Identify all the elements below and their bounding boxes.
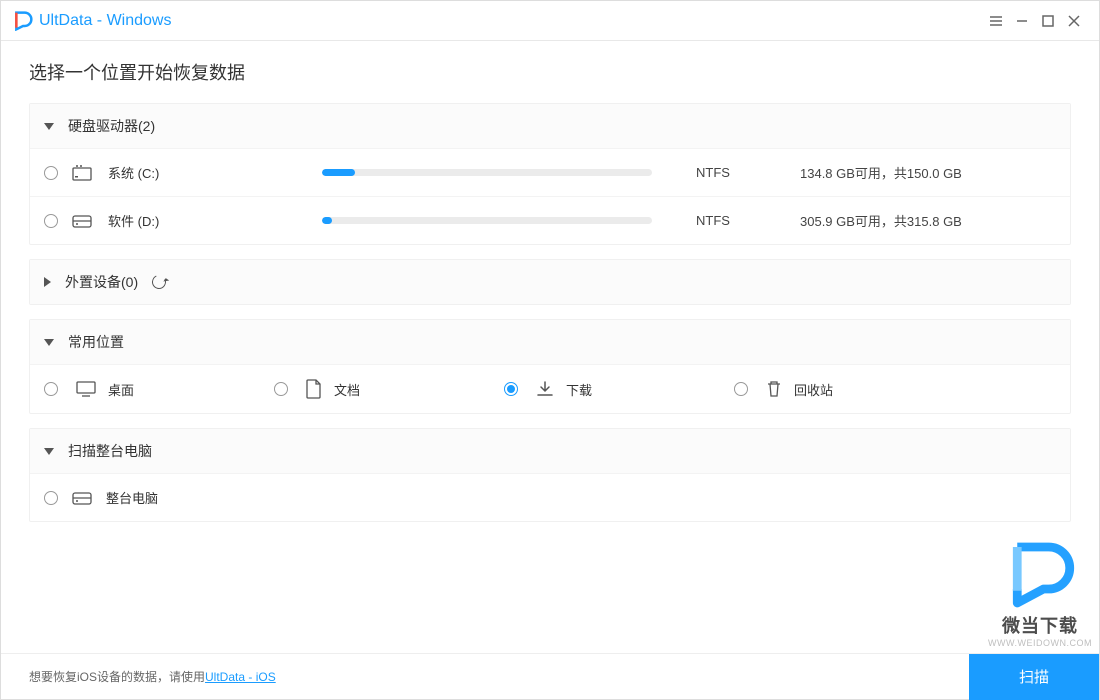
location-documents[interactable]: 文档 <box>274 379 494 399</box>
drive-size: 134.8 GB可用，共150.0 GB <box>770 163 1056 182</box>
scan-button[interactable]: 扫描 <box>969 654 1099 700</box>
menu-icon <box>989 14 1003 28</box>
radio-whole-pc[interactable] <box>44 491 58 505</box>
refresh-icon[interactable] <box>150 273 168 291</box>
whole-pc-label: 整台电脑 <box>106 488 158 507</box>
watermark-logo-icon <box>1005 540 1075 610</box>
location-desktop[interactable]: 桌面 <box>44 380 264 399</box>
maximize-button[interactable] <box>1035 8 1061 34</box>
chevron-down-icon <box>44 339 54 346</box>
close-button[interactable] <box>1061 8 1087 34</box>
drive-name: 软件 (D:) <box>108 211 308 230</box>
radio-downloads[interactable] <box>504 382 518 396</box>
radio-drive-c[interactable] <box>44 166 58 180</box>
section-title-common: 常用位置 <box>68 332 124 352</box>
drive-icon <box>72 213 94 229</box>
minimize-button[interactable] <box>1009 8 1035 34</box>
section-header-drives[interactable]: 硬盘驱动器(2) <box>30 104 1070 148</box>
watermark-url: WWW.WEIDOWN.COM <box>988 638 1092 648</box>
main-content: 选择一个位置开始恢复数据 硬盘驱动器(2) 系统 (C:) NTFS 134.8… <box>1 41 1099 653</box>
footer-hint-link[interactable]: UltData - iOS <box>205 670 276 684</box>
maximize-icon <box>1042 15 1054 27</box>
desktop-icon <box>76 381 96 397</box>
drive-usage-bar <box>322 169 652 176</box>
drive-filesystem: NTFS <box>666 213 756 228</box>
footer-hint-text: 想要恢复iOS设备的数据，请使用 <box>29 670 205 684</box>
radio-desktop[interactable] <box>44 382 58 396</box>
document-icon <box>306 379 322 399</box>
download-icon <box>536 380 554 398</box>
chevron-down-icon <box>44 448 54 455</box>
section-drives: 硬盘驱动器(2) 系统 (C:) NTFS 134.8 GB可用，共150.0 … <box>29 103 1071 245</box>
whole-pc-row[interactable]: 整台电脑 <box>30 473 1070 521</box>
section-header-common[interactable]: 常用位置 <box>30 320 1070 364</box>
drive-size: 305.9 GB可用，共315.8 GB <box>770 211 1056 230</box>
section-common: 常用位置 桌面 文档 下载 <box>29 319 1071 414</box>
footer-hint: 想要恢复iOS设备的数据，请使用UltData - iOS <box>29 668 276 685</box>
watermark: 微当下载 WWW.WEIDOWN.COM <box>988 540 1092 648</box>
location-downloads[interactable]: 下载 <box>504 380 724 399</box>
common-locations-row: 桌面 文档 下载 回收站 <box>30 364 1070 413</box>
section-header-whole-pc[interactable]: 扫描整台电脑 <box>30 429 1070 473</box>
watermark-text: 微当下载 <box>988 612 1092 638</box>
app-logo: UltData - Windows <box>13 11 171 31</box>
drive-usage-bar <box>322 217 652 224</box>
drive-icon <box>72 164 94 182</box>
menu-button[interactable] <box>983 8 1009 34</box>
section-whole-pc: 扫描整台电脑 整台电脑 <box>29 428 1071 522</box>
location-label: 文档 <box>334 380 360 399</box>
chevron-down-icon <box>44 123 54 130</box>
drive-row[interactable]: 系统 (C:) NTFS 134.8 GB可用，共150.0 GB <box>30 148 1070 196</box>
drive-icon <box>72 490 92 506</box>
radio-recycle[interactable] <box>734 382 748 396</box>
trash-icon <box>766 380 782 398</box>
radio-documents[interactable] <box>274 382 288 396</box>
close-icon <box>1067 14 1081 28</box>
location-label: 桌面 <box>108 380 134 399</box>
location-label: 回收站 <box>794 380 833 399</box>
section-title-drives: 硬盘驱动器(2) <box>68 116 155 136</box>
section-title-external: 外置设备(0) <box>65 272 138 292</box>
titlebar: UltData - Windows <box>1 1 1099 41</box>
drive-name: 系统 (C:) <box>108 163 308 182</box>
section-external: 外置设备(0) <box>29 259 1071 305</box>
chevron-right-icon <box>44 277 51 287</box>
location-recycle[interactable]: 回收站 <box>734 380 954 399</box>
minimize-icon <box>1015 14 1029 28</box>
app-title: UltData - Windows <box>39 12 171 30</box>
location-label: 下载 <box>566 380 592 399</box>
section-header-external[interactable]: 外置设备(0) <box>30 260 1070 304</box>
section-title-whole-pc: 扫描整台电脑 <box>68 441 152 461</box>
page-title: 选择一个位置开始恢复数据 <box>29 59 1071 85</box>
footer: 想要恢复iOS设备的数据，请使用UltData - iOS 扫描 <box>1 653 1099 699</box>
radio-drive-d[interactable] <box>44 214 58 228</box>
logo-icon <box>13 11 33 31</box>
drive-filesystem: NTFS <box>666 165 756 180</box>
drive-row[interactable]: 软件 (D:) NTFS 305.9 GB可用，共315.8 GB <box>30 196 1070 244</box>
